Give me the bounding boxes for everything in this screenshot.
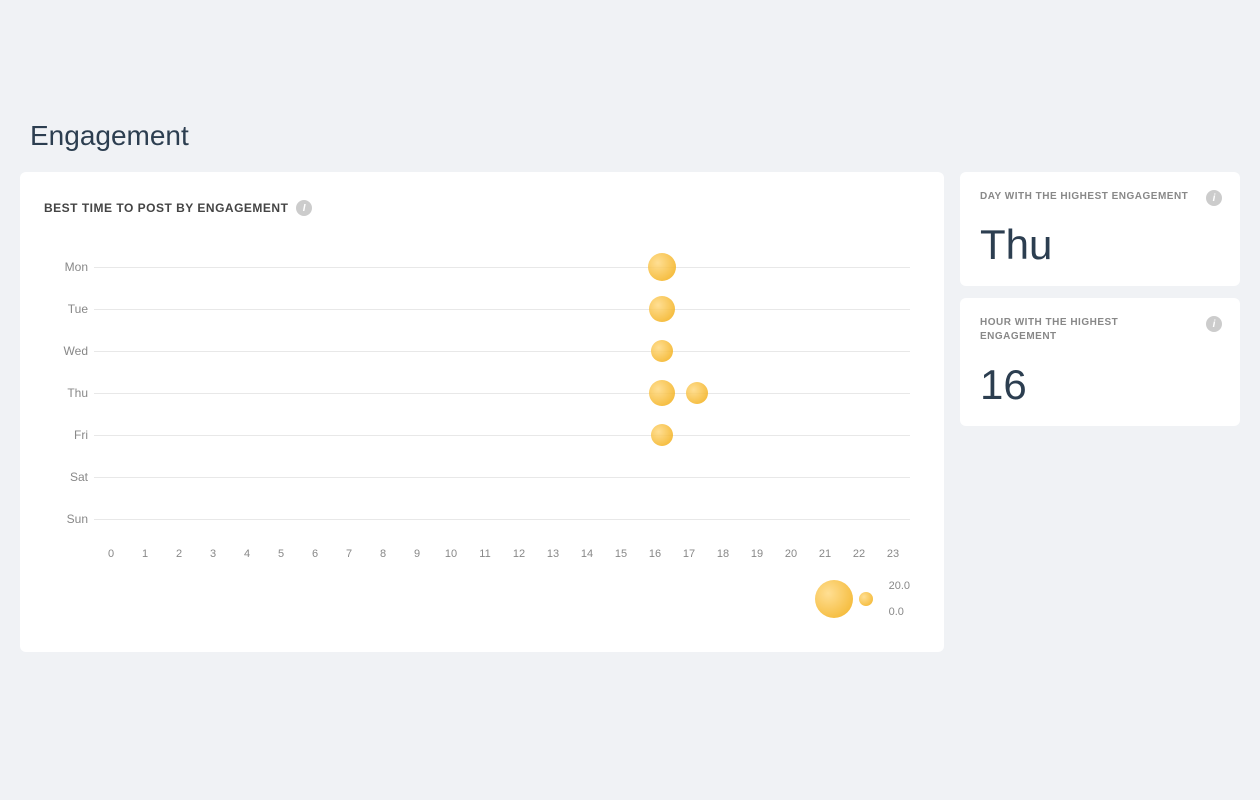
day-stat-card: DAY WITH THE HIGHEST ENGAGEMENT i Thu [960,172,1240,286]
x-axis-label: 23 [876,548,910,560]
x-axis-label: 4 [230,548,264,560]
x-axis-label: 16 [638,548,672,560]
x-axis-label: 3 [196,548,230,560]
legend-labels: 20.0 0.0 [889,580,910,618]
page-title: Engagement [20,120,1240,152]
chart-grid: MonTueWedThuFriSatSun [94,246,910,540]
chart-row: Fri [94,414,910,456]
chart-row: Sat [94,456,910,498]
row-line [94,267,910,268]
chart-row: Tue [94,288,910,330]
row-label: Tue [44,302,88,316]
x-axis-label: 15 [604,548,638,560]
bubble [651,424,673,446]
x-axis-label: 5 [264,548,298,560]
row-line [94,477,910,478]
chart-row: Mon [94,246,910,288]
hour-card-info-icon[interactable]: i [1206,316,1222,332]
row-line [94,519,910,520]
bubble [649,380,675,406]
x-axis-label: 17 [672,548,706,560]
x-axis-label: 14 [570,548,604,560]
day-card-title: DAY WITH THE HIGHEST ENGAGEMENT [980,190,1220,204]
x-axis-label: 2 [162,548,196,560]
chart-card: BEST TIME TO POST BY ENGAGEMENT i MonTue… [20,172,944,652]
legend-bubble-large [815,580,853,618]
chart-title-bar: BEST TIME TO POST BY ENGAGEMENT i [44,200,920,216]
bubble [651,340,673,362]
x-axis-label: 8 [366,548,400,560]
x-axis-label: 0 [94,548,128,560]
x-axis: 01234567891011121314151617181920212223 [94,548,910,560]
x-axis-label: 6 [298,548,332,560]
bubble [686,382,708,404]
bubble [648,253,676,281]
day-stat-value: Thu [980,224,1220,266]
row-label: Sat [44,470,88,484]
legend-area: 20.0 0.0 [44,580,910,618]
x-axis-label: 22 [842,548,876,560]
row-label: Fri [44,428,88,442]
day-card-info-icon[interactable]: i [1206,190,1222,206]
hour-stat-value: 16 [980,364,1220,406]
legend-bubble-small [859,592,873,606]
x-axis-label: 13 [536,548,570,560]
row-line [94,351,910,352]
chart-row: Sun [94,498,910,540]
x-axis-label: 18 [706,548,740,560]
x-axis-label: 20 [774,548,808,560]
hour-stat-card: HOUR WITH THE HIGHEST ENGAGEMENT i 16 [960,298,1240,426]
bubble-chart: MonTueWedThuFriSatSun 012345678910111213… [44,246,920,618]
chart-row: Wed [94,330,910,372]
row-label: Mon [44,260,88,274]
x-axis-label: 7 [332,548,366,560]
row-line [94,309,910,310]
row-line [94,393,910,394]
legend-bubble-group [815,580,873,618]
x-axis-label: 1 [128,548,162,560]
bubble [649,296,675,322]
x-axis-label: 21 [808,548,842,560]
x-axis-label: 11 [468,548,502,560]
legend-max: 20.0 [889,580,910,592]
chart-row: Thu [94,372,910,414]
chart-info-icon[interactable]: i [296,200,312,216]
row-label: Thu [44,386,88,400]
x-axis-label: 9 [400,548,434,560]
x-axis-label: 10 [434,548,468,560]
content-area: BEST TIME TO POST BY ENGAGEMENT i MonTue… [20,172,1240,652]
row-label: Wed [44,344,88,358]
x-axis-label: 12 [502,548,536,560]
row-label: Sun [44,512,88,526]
chart-title-text: BEST TIME TO POST BY ENGAGEMENT [44,201,288,215]
x-axis-label: 19 [740,548,774,560]
hour-card-title: HOUR WITH THE HIGHEST ENGAGEMENT [980,316,1220,344]
legend-min: 0.0 [889,606,910,618]
row-line [94,435,910,436]
sidebar-cards: DAY WITH THE HIGHEST ENGAGEMENT i Thu HO… [960,172,1240,652]
